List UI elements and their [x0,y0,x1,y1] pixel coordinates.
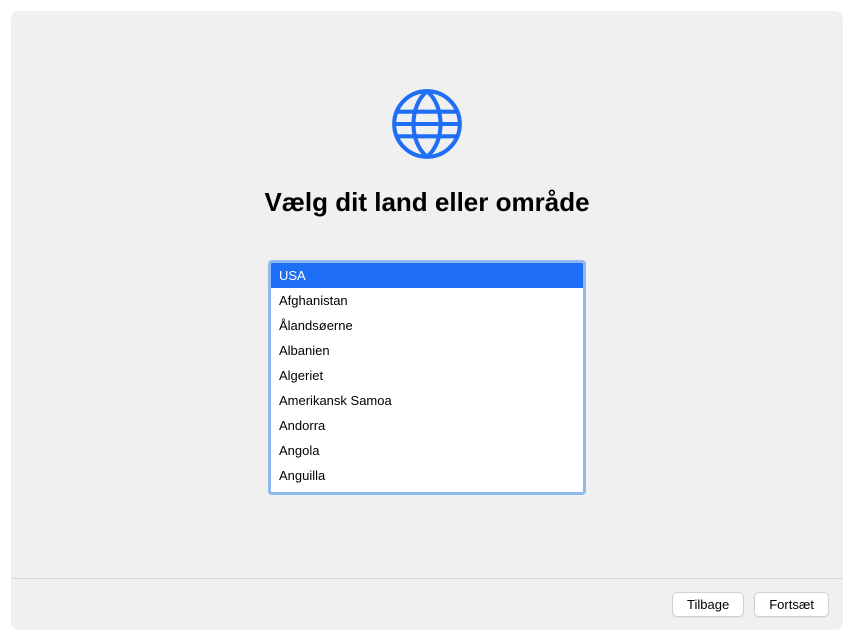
globe-icon [386,83,468,165]
country-list-item[interactable]: Albanien [271,338,583,363]
country-list-item[interactable]: USA [271,263,583,288]
country-list-item[interactable]: Anguilla [271,463,583,488]
country-list-item[interactable]: Angola [271,438,583,463]
country-list-item[interactable]: Amerikansk Samoa [271,388,583,413]
country-list-item[interactable]: Andorra [271,413,583,438]
country-list-item[interactable]: Algeriet [271,363,583,388]
continue-button[interactable]: Fortsæt [754,592,829,617]
country-list-item[interactable]: Ålandsøerne [271,313,583,338]
country-list-item[interactable]: Afghanistan [271,288,583,313]
setup-assistant-window: Vælg dit land eller område USAAfghanista… [11,11,843,630]
page-title: Vælg dit land eller område [264,187,589,218]
country-listbox[interactable]: USAAfghanistanÅlandsøerneAlbanienAlgerie… [268,260,586,495]
back-button[interactable]: Tilbage [672,592,744,617]
country-list-item[interactable]: Antarktis [271,488,583,495]
button-bar: Tilbage Fortsæt [11,578,843,630]
